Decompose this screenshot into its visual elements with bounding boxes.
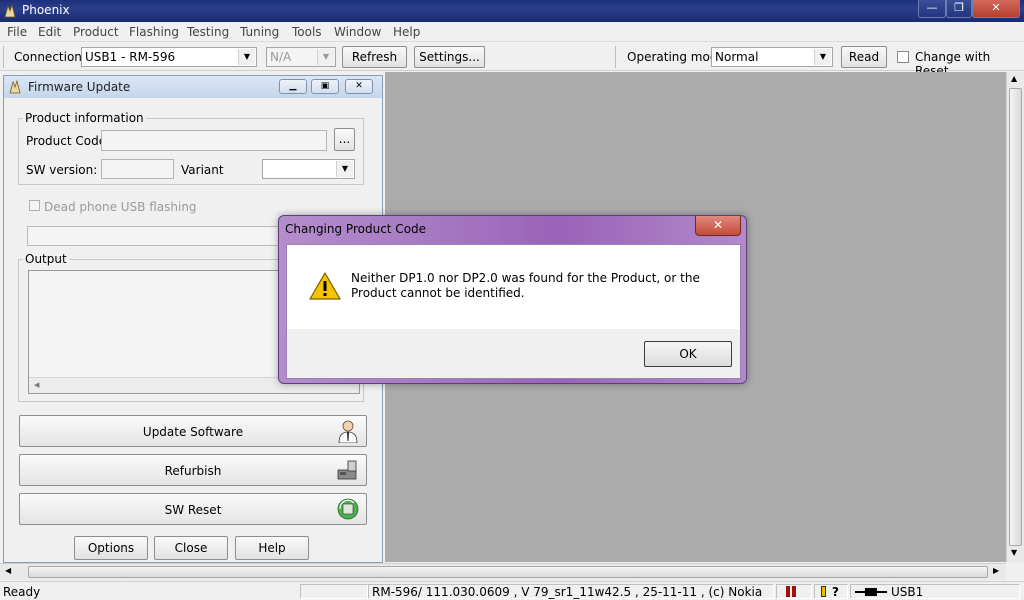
machine-icon [337, 460, 357, 480]
firmware-restore-button[interactable]: ▣ [311, 79, 339, 94]
dialog-message: Neither DP1.0 nor DP2.0 was found for th… [351, 271, 700, 300]
variant-select[interactable]: ▼ [262, 159, 355, 179]
battery-icon [821, 586, 826, 597]
change-with-reset-checkbox[interactable] [897, 51, 909, 63]
product-code-label: Product Code: [26, 134, 111, 148]
vertical-scroll-thumb[interactable] [1009, 88, 1022, 546]
toolbar: Connections: USB1 - RM-596 ▼ N/A ▼ Refre… [0, 43, 1024, 78]
menu-bar: File Edit Product Flashing Testing Tunin… [0, 22, 1024, 42]
usb-connection-icon [855, 588, 887, 596]
status-connection-cell: USB1 [850, 584, 1020, 599]
close-button[interactable]: Close [154, 536, 228, 560]
menu-flashing[interactable]: Flashing [129, 25, 179, 39]
horizontal-scrollbar[interactable]: ◀ ▶ [0, 563, 1006, 580]
output-legend: Output [25, 252, 67, 266]
refurbish-button[interactable]: Refurbish [19, 454, 367, 486]
options-button[interactable]: Options [74, 536, 148, 560]
context-help-icon: ? [832, 585, 839, 599]
minimize-button[interactable]: — [918, 0, 946, 18]
variant-label: Variant [181, 163, 224, 177]
title-bar: Phoenix — ❐ ✕ [0, 0, 1024, 22]
scrollbar-corner [1006, 563, 1024, 580]
toolbar-separator [615, 46, 616, 68]
connections-value: USB1 - RM-596 [85, 50, 176, 64]
chevron-down-icon: ▼ [317, 49, 334, 65]
menu-help[interactable]: Help [393, 25, 420, 39]
connections-select[interactable]: USB1 - RM-596 ▼ [81, 47, 257, 67]
phoenix-app-icon [9, 79, 21, 94]
refurbish-label: Refurbish [164, 464, 222, 478]
product-information-legend: Product information [25, 111, 144, 125]
dead-phone-usb-label: Dead phone USB flashing [44, 200, 197, 214]
dialog-ok-button[interactable]: OK [644, 341, 732, 367]
dialog-title: Changing Product Code [285, 222, 427, 236]
status-help-cell: ? [814, 584, 848, 599]
status-cell-empty [300, 584, 368, 599]
dialog-body: Neither DP1.0 nor DP2.0 was found for th… [286, 244, 741, 379]
menu-tuning[interactable]: Tuning [240, 25, 279, 39]
close-window-button[interactable]: ✕ [972, 0, 1020, 18]
status-bar: Ready RM-596/ 111.030.0609 , V 79_sr1_11… [0, 581, 1024, 600]
update-software-label: Update Software [142, 425, 244, 439]
scroll-left-icon[interactable]: ◀ [34, 381, 39, 389]
status-connection-label: USB1 [891, 585, 924, 599]
window-title: Phoenix [22, 3, 70, 17]
phoenix-app-icon [4, 3, 16, 18]
scroll-down-icon[interactable]: ▼ [1011, 548, 1017, 557]
sw-version-field [101, 159, 174, 179]
menu-testing[interactable]: Testing [187, 25, 229, 39]
settings-button[interactable]: Settings... [414, 46, 485, 68]
operating-mode-value: Normal [715, 50, 759, 64]
horizontal-scroll-thumb[interactable] [28, 566, 988, 578]
chevron-down-icon: ▼ [336, 161, 353, 177]
na-select[interactable]: N/A ▼ [266, 47, 336, 67]
product-code-input[interactable] [101, 130, 327, 151]
update-software-button[interactable]: Update Software [19, 415, 367, 447]
red-indicator-icon [786, 586, 790, 597]
toolbar-grip [3, 46, 4, 68]
sw-reset-label: SW Reset [164, 503, 222, 517]
chevron-down-icon: ▼ [814, 49, 831, 65]
maximize-button[interactable]: ❐ [946, 0, 972, 18]
sw-version-label: SW version: [26, 163, 98, 177]
dialog-message-area: Neither DP1.0 nor DP2.0 was found for th… [287, 245, 740, 329]
vertical-scrollbar[interactable]: ▲ ▼ [1006, 72, 1024, 562]
dead-phone-usb-checkbox[interactable] [29, 200, 40, 211]
dialog-close-button[interactable]: ✕ [695, 216, 741, 236]
refresh-button[interactable]: Refresh [342, 46, 407, 68]
read-button[interactable]: Read [841, 46, 887, 68]
firmware-minimize-button[interactable]: ▁ [279, 79, 307, 94]
menu-window[interactable]: Window [334, 25, 381, 39]
status-ready: Ready [3, 585, 41, 599]
firmware-window-titlebar: Firmware Update ▁ ▣ ✕ [4, 76, 382, 98]
user-icon [338, 420, 358, 443]
changing-product-code-dialog: Changing Product Code ✕ Neither DP1.0 no… [278, 215, 747, 384]
scroll-right-icon[interactable]: ▶ [993, 566, 999, 575]
status-product-info: RM-596/ 111.030.0609 , V 79_sr1_11w42.5 … [368, 584, 774, 599]
reset-cycle-icon [337, 498, 359, 520]
red-indicator-icon [792, 586, 796, 597]
menu-tools[interactable]: Tools [292, 25, 322, 39]
firmware-window-title: Firmware Update [28, 80, 131, 94]
sw-reset-button[interactable]: SW Reset [19, 493, 367, 525]
menu-file[interactable]: File [7, 25, 27, 39]
warning-icon [309, 272, 341, 300]
na-value: N/A [270, 50, 292, 64]
firmware-close-button[interactable]: ✕ [345, 79, 373, 94]
status-indicator-cell [776, 584, 812, 599]
scroll-up-icon[interactable]: ▲ [1011, 74, 1017, 83]
chevron-down-icon: ▼ [238, 49, 255, 65]
help-button[interactable]: Help [235, 536, 309, 560]
scroll-left-icon[interactable]: ◀ [5, 566, 11, 575]
menu-product[interactable]: Product [73, 25, 119, 39]
browse-product-code-button[interactable]: ... [334, 128, 355, 151]
operating-mode-select[interactable]: Normal ▼ [711, 47, 833, 67]
menu-edit[interactable]: Edit [38, 25, 61, 39]
